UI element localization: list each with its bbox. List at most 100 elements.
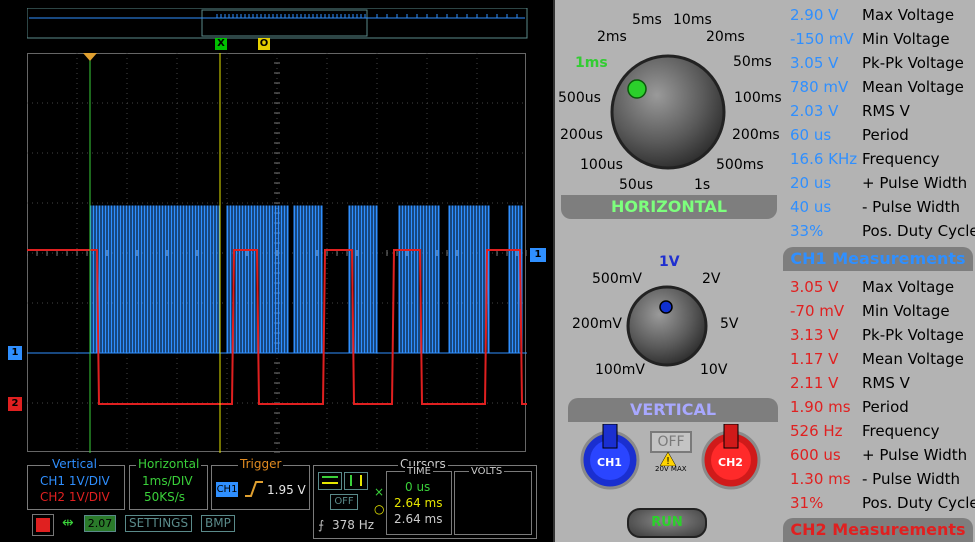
ch1-measurement-value: 16.6 KHz <box>790 150 858 168</box>
ch2-measurement-value: 1.30 ms <box>790 470 851 488</box>
waveform-overview[interactable] <box>27 8 529 40</box>
v-label-5v[interactable]: 5V <box>720 316 738 332</box>
warning-icon: ! <box>660 452 676 466</box>
ch2-measurement-name: Max Voltage <box>862 278 955 296</box>
ch1-measurement-value: -150 mV <box>790 30 854 48</box>
cursor-o-time: 2.64 ms <box>394 496 443 510</box>
ch1-measurement-name: + Pulse Width <box>862 174 968 192</box>
ch1-scale: CH1 1V/DIV <box>40 474 110 488</box>
trigger-level-marker[interactable]: 1 <box>530 248 546 262</box>
ch1-measurement-value: 3.05 V <box>790 54 839 72</box>
ch2-measurement-value: 526 Hz <box>790 422 843 440</box>
run-button[interactable]: RUN <box>627 508 707 538</box>
frequency-icon: ⨍ <box>318 518 325 532</box>
vertical-knob[interactable] <box>625 284 709 368</box>
ch2-measurement-value: 31% <box>790 494 824 512</box>
h-label-50us[interactable]: 50us <box>619 177 653 193</box>
ch2-measurement-name: Frequency <box>862 422 940 440</box>
cursor-delta-time: 2.64 ms <box>394 512 443 526</box>
cursor-off-button[interactable]: OFF <box>330 494 358 510</box>
usb-version: 2.07 <box>84 515 116 532</box>
vertical-knob-indicator <box>659 300 673 314</box>
ch2-measurement-name: Period <box>862 398 909 416</box>
ch2-measurement-name: Min Voltage <box>862 302 950 320</box>
h-label-200ms[interactable]: 200ms <box>732 127 780 143</box>
ch1-measurement-value: 40 us <box>790 198 832 216</box>
ch1-level-marker[interactable]: 1 <box>8 346 22 360</box>
h-label-20ms[interactable]: 20ms <box>706 29 745 45</box>
v-label-200mv[interactable]: 200mV <box>572 316 622 332</box>
cursor-x-label-icon: × <box>374 485 385 499</box>
h-label-100ms[interactable]: 100ms <box>734 90 782 106</box>
ch2-level-marker[interactable]: 2 <box>8 397 22 411</box>
h-label-5ms[interactable]: 5ms <box>632 12 662 28</box>
ch1-measurement-name: Period <box>862 126 909 144</box>
vertical-status-box: Vertical CH1 1V/DIV CH2 1V/DIV <box>27 457 125 510</box>
settings-button[interactable]: SETTINGS <box>125 515 193 532</box>
ch1-measurement-name: Frequency <box>862 150 940 168</box>
horizontal-title: HORIZONTAL <box>561 195 777 219</box>
ch1-measurement-value: 60 us <box>790 126 832 144</box>
ch1-measurement-value: 20 us <box>790 174 832 192</box>
h-label-100us[interactable]: 100us <box>580 157 623 173</box>
ch2-measurement-name: Pos. Duty Cycle <box>862 494 975 512</box>
trigger-title: Trigger <box>238 457 284 471</box>
cursor-volts-box: VOLTS <box>454 466 532 535</box>
h-label-500us[interactable]: 500us <box>558 90 601 106</box>
cursor-x-time: 0 us <box>405 480 431 494</box>
ch2-measurement-value: 3.13 V <box>790 326 839 344</box>
h-label-500ms[interactable]: 500ms <box>716 157 764 173</box>
ch2-measurement-value: 3.05 V <box>790 278 839 296</box>
ch1-button-label: CH1 <box>597 456 622 469</box>
v-label-100mv[interactable]: 100mV <box>595 362 645 378</box>
ch1-measurement-name: Max Voltage <box>862 6 955 24</box>
h-label-50ms[interactable]: 50ms <box>733 54 772 70</box>
ch1-measurements-title: CH1 Measurements <box>783 247 973 271</box>
stop-button[interactable] <box>32 514 54 536</box>
h-label-1ms-selected[interactable]: 1ms <box>575 55 608 71</box>
horizontal-knob-indicator <box>627 79 647 99</box>
max-voltage-warning: 20V MAX <box>655 465 687 473</box>
h-label-200us[interactable]: 200us <box>560 127 603 143</box>
ch2-measurement-name: RMS V <box>862 374 910 392</box>
cursor-hbar-icon[interactable] <box>318 472 342 490</box>
v-label-10v[interactable]: 10V <box>700 362 727 378</box>
cursor-o-marker[interactable]: O <box>258 38 270 50</box>
volts-title: VOLTS <box>469 466 505 477</box>
trigger-status-box[interactable]: Trigger CH1 1.95 V <box>211 457 310 510</box>
v-label-500mv[interactable]: 500mV <box>592 271 642 287</box>
ch2-measurement-name: - Pulse Width <box>862 470 961 488</box>
ch2-measurements-title: CH2 Measurements <box>783 518 973 542</box>
h-label-1s[interactable]: 1s <box>694 177 710 193</box>
ch1-measurement-name: Mean Voltage <box>862 78 964 96</box>
cursor-o-label-icon: ○ <box>374 502 385 516</box>
cursor-vbar-icon[interactable] <box>344 472 368 490</box>
h-label-10ms[interactable]: 10ms <box>673 12 712 28</box>
horizontal-title: Horizontal <box>136 457 202 471</box>
rising-edge-icon[interactable] <box>244 480 264 498</box>
cursor-x-marker[interactable]: X <box>215 38 227 50</box>
h-label-2ms[interactable]: 2ms <box>597 29 627 45</box>
ch1-measurement-value: 2.90 V <box>790 6 839 24</box>
vertical-title: VERTICAL <box>568 398 778 422</box>
trigger-channel[interactable]: CH1 <box>216 482 238 497</box>
ch2-measurement-value: -70 mV <box>790 302 845 320</box>
vertical-title: Vertical <box>50 457 99 471</box>
time-title: TIME <box>405 466 434 477</box>
off-button[interactable]: OFF <box>650 431 692 453</box>
ch2-scale: CH2 1V/DIV <box>40 490 110 504</box>
sample-rate: 50KS/s <box>144 490 186 504</box>
ch2-measurement-name: + Pulse Width <box>862 446 968 464</box>
v-label-2v[interactable]: 2V <box>702 271 720 287</box>
horizontal-knob[interactable] <box>608 52 728 172</box>
ch2-measurement-name: Pk-Pk Voltage <box>862 326 964 344</box>
ch2-measurement-value: 600 us <box>790 446 841 464</box>
waveform-grid[interactable] <box>27 53 527 453</box>
ch2-measurement-value: 1.17 V <box>790 350 839 368</box>
v-label-1v-selected[interactable]: 1V <box>659 254 680 270</box>
ch1-measurement-value: 780 mV <box>790 78 849 96</box>
ch1-measurement-value: 33% <box>790 222 824 240</box>
ch2-measurement-value: 2.11 V <box>790 374 839 392</box>
time-per-div: 1ms/DIV <box>142 474 193 488</box>
bmp-button[interactable]: BMP <box>201 515 235 532</box>
